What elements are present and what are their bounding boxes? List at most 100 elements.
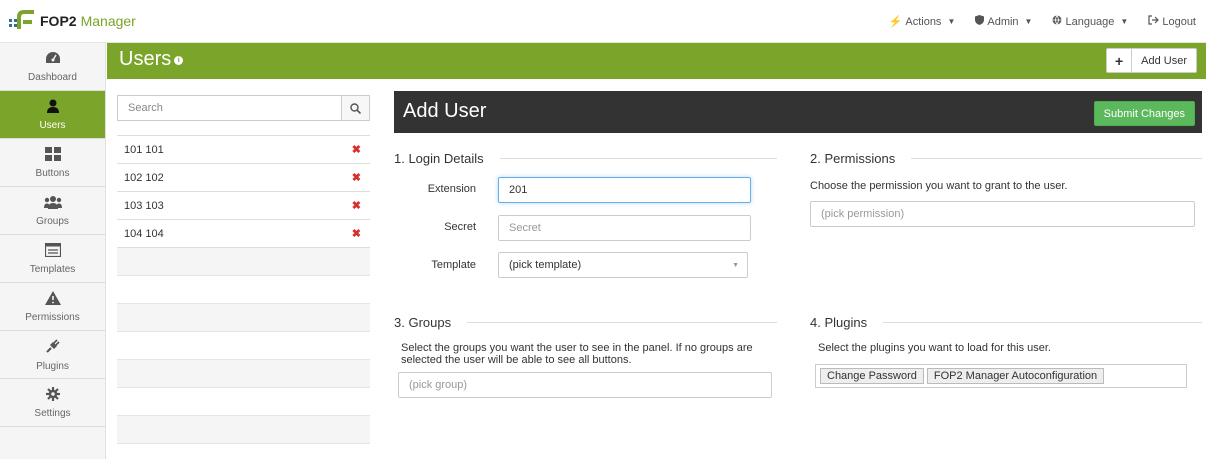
user-name: 104 104 — [124, 227, 164, 240]
admin-menu[interactable]: Admin ▼ — [965, 15, 1042, 28]
section-divider — [499, 158, 777, 159]
section-title: 1. Login Details — [394, 151, 484, 166]
secret-field[interactable]: Secret — [498, 215, 751, 241]
info-icon[interactable]: i — [174, 56, 184, 65]
section-title: 2. Permissions — [810, 151, 896, 166]
search-button[interactable] — [341, 96, 369, 120]
section-divider — [883, 322, 1202, 323]
template-icon — [44, 242, 61, 261]
delete-icon[interactable]: ✖ — [352, 227, 361, 240]
add-user-button[interactable]: + Add User — [1106, 48, 1197, 73]
empty-row — [117, 360, 370, 388]
template-select[interactable]: (pick template) ▼ — [498, 252, 748, 278]
caret-down-icon: ▼ — [1120, 17, 1129, 26]
shield-icon — [975, 15, 985, 28]
page-header: Users i + Add User — [107, 43, 1206, 79]
sidebar-item-label: Groups — [36, 215, 69, 227]
delete-icon[interactable]: ✖ — [352, 171, 361, 184]
brand-name: FOP2 — [40, 13, 77, 29]
group-icon — [43, 195, 62, 213]
language-label: Language — [1065, 15, 1115, 28]
permissions-placeholder: (pick permission) — [821, 208, 905, 220]
plugins-picker[interactable]: Change Password FOP2 Manager Autoconfigu… — [815, 364, 1187, 388]
search-box — [117, 95, 370, 121]
add-user-label: Add User — [1141, 54, 1187, 67]
user-list-panel: 101 101 ✖ 102 102 ✖ 103 103 ✖ 104 104 ✖ — [117, 95, 370, 444]
plugin-tag[interactable]: Change Password — [820, 368, 924, 384]
sidebar: Dashboard Users Buttons Groups Templates… — [0, 43, 106, 459]
permissions-description: Choose the permission you want to grant … — [810, 180, 1068, 192]
sidebar-item-users[interactable]: Users — [0, 91, 105, 139]
section-login-details: 1. Login Details — [394, 151, 777, 166]
sidebar-item-label: Buttons — [35, 167, 70, 179]
delete-icon[interactable]: ✖ — [352, 143, 361, 156]
top-navbar: FOP2 Manager ⚡ Actions ▼ Admin ▼ Languag… — [0, 0, 1206, 43]
sidebar-item-label: Settings — [34, 407, 71, 419]
sidebar-item-dashboard[interactable]: Dashboard — [0, 43, 105, 91]
globe-icon — [1052, 15, 1062, 28]
groups-picker[interactable]: (pick group) — [398, 372, 772, 398]
extension-value: 201 — [509, 184, 528, 196]
delete-icon[interactable]: ✖ — [352, 199, 361, 212]
sidebar-item-label: Dashboard — [28, 71, 77, 83]
sidebar-item-settings[interactable]: Settings — [0, 379, 105, 427]
sidebar-item-groups[interactable]: Groups — [0, 187, 105, 235]
list-item[interactable]: 104 104 ✖ — [117, 220, 370, 248]
logout-icon — [1148, 15, 1160, 28]
warning-icon — [44, 290, 61, 309]
groups-placeholder: (pick group) — [409, 379, 468, 391]
brand-logo-link[interactable]: FOP2 Manager — [8, 8, 136, 34]
plugin-tag[interactable]: FOP2 Manager Autoconfiguration — [926, 368, 1105, 384]
form-header: Add User Submit Changes — [394, 91, 1202, 133]
brand-subtitle: Manager — [80, 13, 136, 29]
extension-field[interactable]: 201 — [498, 177, 751, 203]
secret-label: Secret — [444, 221, 476, 233]
section-plugins: 4. Plugins — [810, 315, 1202, 330]
admin-label: Admin — [987, 15, 1019, 28]
sidebar-item-buttons[interactable]: Buttons — [0, 139, 105, 187]
grid-icon — [44, 146, 61, 165]
list-item[interactable]: 103 103 ✖ — [117, 192, 370, 220]
empty-row — [117, 276, 370, 304]
actions-label: Actions — [905, 15, 942, 28]
gear-icon — [45, 386, 60, 405]
sidebar-item-plugins[interactable]: Plugins — [0, 331, 105, 379]
section-title: 4. Plugins — [810, 315, 868, 330]
sidebar-item-label: Plugins — [36, 360, 69, 372]
top-nav-menu: ⚡ Actions ▼ Admin ▼ Language ▼ Logout — [879, 0, 1206, 43]
template-label: Template — [431, 259, 476, 271]
caret-down-icon: ▼ — [732, 262, 739, 269]
section-divider — [911, 158, 1202, 159]
sidebar-item-permissions[interactable]: Permissions — [0, 283, 105, 331]
section-title: 3. Groups — [394, 315, 452, 330]
sidebar-item-label: Templates — [29, 263, 76, 275]
search-icon — [350, 102, 361, 114]
permissions-picker[interactable]: (pick permission) — [810, 201, 1195, 227]
sidebar-item-label: Users — [39, 119, 66, 131]
list-item[interactable]: 102 102 ✖ — [117, 164, 370, 192]
plug-icon — [45, 338, 61, 358]
language-menu[interactable]: Language ▼ — [1042, 15, 1138, 28]
empty-row — [117, 416, 370, 444]
section-groups: 3. Groups — [394, 315, 777, 330]
user-name: 102 102 — [124, 171, 164, 184]
form-title: Add User — [403, 100, 487, 122]
groups-description: Select the groups you want the user to s… — [401, 342, 753, 366]
secret-placeholder: Secret — [509, 222, 541, 234]
actions-menu[interactable]: ⚡ Actions ▼ — [879, 15, 966, 29]
submit-changes-button[interactable]: Submit Changes — [1093, 101, 1195, 126]
search-input[interactable] — [118, 96, 341, 120]
user-list: 101 101 ✖ 102 102 ✖ 103 103 ✖ 104 104 ✖ — [117, 135, 370, 444]
template-value: (pick template) — [509, 259, 582, 271]
empty-row — [117, 304, 370, 332]
user-icon — [46, 99, 60, 117]
logout-label: Logout — [1162, 15, 1196, 28]
section-divider — [467, 322, 777, 323]
list-item[interactable]: 101 101 ✖ — [117, 136, 370, 164]
plugins-description: Select the plugins you want to load for … — [818, 342, 1051, 354]
sidebar-item-templates[interactable]: Templates — [0, 235, 105, 283]
bolt-icon: ⚡ — [888, 16, 903, 28]
caret-down-icon: ▼ — [947, 17, 956, 26]
empty-row — [117, 248, 370, 276]
logout-link[interactable]: Logout — [1138, 15, 1206, 28]
